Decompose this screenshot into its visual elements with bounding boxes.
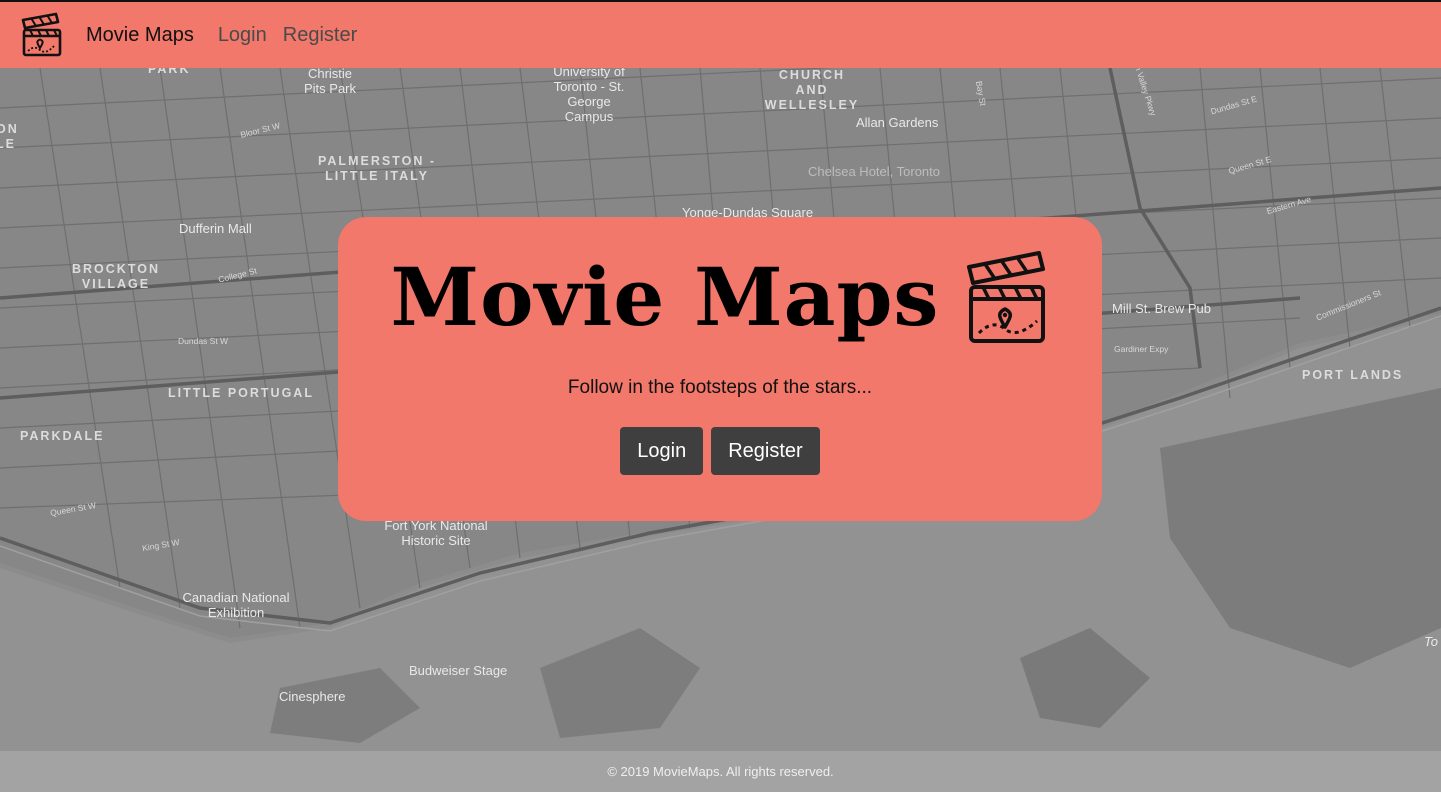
hero-tagline: Follow in the footsteps of the stars... xyxy=(567,377,873,398)
nav-brand[interactable]: Movie Maps xyxy=(86,24,194,47)
footer-copyright: © 2019 MovieMaps. All rights reserved. xyxy=(607,764,834,779)
map-label-district: CHURCH AND WELLESLEY xyxy=(764,68,860,112)
hero-card: Movie Maps Follow in the footsteps of th… xyxy=(338,217,1102,521)
map-label-street: Dundas St W xyxy=(178,336,229,346)
map-label-place: Chelsea Hotel, Toronto xyxy=(808,164,941,179)
map-label-place: Fort York National Historic Site xyxy=(384,518,488,548)
hero-title: Movie Maps xyxy=(390,250,940,344)
navbar: Movie Maps Login Register xyxy=(0,0,1441,68)
map-label-place: Mill St. Brew Pub xyxy=(1112,301,1211,316)
nav-login-link[interactable]: Login xyxy=(218,24,267,47)
map-label-place: Allan Gardens xyxy=(856,115,939,130)
map-label-place: University of Toronto - St. George Campu… xyxy=(553,68,625,124)
map-label-place: Dufferin Mall xyxy=(179,221,252,236)
map-label-district: ON LE xyxy=(0,122,19,151)
hero-title-row: Movie Maps xyxy=(391,247,1050,347)
map-label-place: Budweiser Stage xyxy=(409,663,508,678)
clapperboard-map-icon xyxy=(967,251,1046,343)
map-label-place: Christie Pits Park xyxy=(303,68,356,96)
hero-buttons: Login Register xyxy=(620,427,820,475)
login-button[interactable]: Login xyxy=(620,427,704,475)
clapperboard-map-icon[interactable] xyxy=(20,12,64,58)
map-label-district: LITTLE PORTUGAL xyxy=(168,386,314,400)
map-label-district: PALMERSTON - LITTLE ITALY xyxy=(318,154,436,183)
map-label-district: PORT LANDS xyxy=(1302,368,1404,382)
map-label-street: Gardiner Expy xyxy=(1114,344,1169,354)
map-label-place: Canadian National Exhibition xyxy=(182,590,290,620)
map-label-district: PARKDALE xyxy=(20,429,105,443)
map-label-place: Cinesphere xyxy=(279,689,346,704)
footer: © 2019 MovieMaps. All rights reserved. xyxy=(0,751,1441,792)
map-label-district: BROCKTON VILLAGE xyxy=(72,262,160,291)
map-label-place: To xyxy=(1424,634,1438,649)
register-button[interactable]: Register xyxy=(711,427,820,475)
nav-register-link[interactable]: Register xyxy=(283,24,357,47)
map-label-district: PARK xyxy=(148,68,191,76)
